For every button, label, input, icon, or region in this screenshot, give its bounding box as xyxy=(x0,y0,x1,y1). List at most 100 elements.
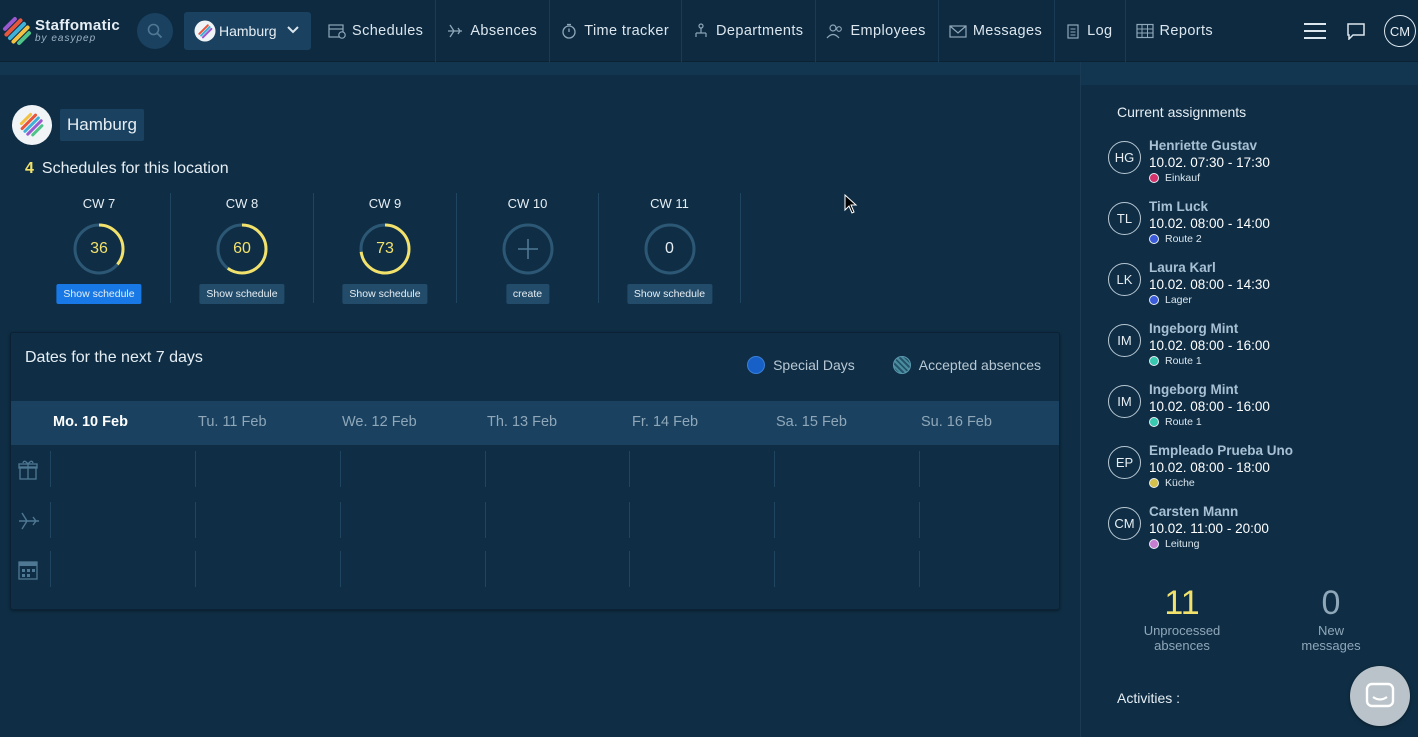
support-chat-button[interactable] xyxy=(1350,666,1410,726)
nav-departments[interactable]: Departments xyxy=(682,0,817,62)
department-label: Route 1 xyxy=(1165,355,1202,367)
unprocessed-absences-stat[interactable]: 11 Unprocessed absences xyxy=(1127,584,1237,653)
day-cell[interactable] xyxy=(50,502,195,538)
nav-employees-label: Employees xyxy=(850,23,926,39)
new-messages-count: 0 xyxy=(1321,584,1341,622)
staffomatic-logo-icon[interactable] xyxy=(2,16,32,46)
day-cell[interactable] xyxy=(195,551,340,587)
unprocessed-absences-count: 11 xyxy=(1164,584,1200,622)
nav-reports[interactable]: Reports xyxy=(1126,0,1226,62)
assignment-name: Ingeborg Mint xyxy=(1149,321,1239,336)
dates-card: Dates for the next 7 days Special Days A… xyxy=(10,332,1060,610)
show-schedule-button[interactable]: Show schedule xyxy=(342,284,428,304)
nav-log[interactable]: Log xyxy=(1055,0,1126,62)
assignment-time: 10.02. 08:00 - 14:30 xyxy=(1149,277,1270,292)
assignment-item[interactable]: LK Laura Karl 10.02. 08:00 - 14:30 Lager xyxy=(1108,260,1408,316)
schedule-count-text: Schedules for this location xyxy=(41,160,229,177)
new-messages-label-2: messages xyxy=(1301,638,1361,653)
day-cell[interactable] xyxy=(774,551,919,587)
nav-messages-label: Messages xyxy=(972,23,1043,39)
day-cell[interactable] xyxy=(340,502,485,538)
nav-log-label: Log xyxy=(1087,23,1113,39)
schedule-count: 4 Schedules for this location xyxy=(25,160,229,178)
show-schedule-button[interactable]: Show schedule xyxy=(626,284,713,304)
nav-schedules-label: Schedules xyxy=(352,23,424,39)
day-cell[interactable] xyxy=(629,451,774,487)
week-label: CW 9 xyxy=(368,196,402,211)
location-select[interactable]: Hamburg xyxy=(184,12,311,50)
day-cell[interactable] xyxy=(919,451,1059,487)
day-cell[interactable] xyxy=(50,451,195,487)
avatar: HG xyxy=(1108,141,1141,174)
assignment-department: Einkauf xyxy=(1149,172,1200,184)
nav-time-tracker[interactable]: Time tracker xyxy=(550,0,683,62)
activities-title: Activities : xyxy=(1117,690,1181,706)
nav-employees[interactable]: Employees xyxy=(816,0,939,62)
clipboard-icon xyxy=(1067,24,1079,39)
user-avatar[interactable]: CM xyxy=(1384,15,1416,47)
current-assignments-title: Current assignments xyxy=(1117,104,1247,120)
day-cell[interactable] xyxy=(485,551,629,587)
day-header-row: Mo. 10 Feb Tu. 11 Feb We. 12 Feb Th. 13 … xyxy=(11,401,1059,445)
day-cell[interactable] xyxy=(340,551,485,587)
progress-value: 0 xyxy=(665,240,674,257)
day-cell[interactable] xyxy=(774,502,919,538)
day-cell[interactable] xyxy=(195,502,340,538)
day-cell[interactable] xyxy=(919,502,1059,538)
new-messages-label-1: New xyxy=(1317,623,1344,638)
day-header: Mo. 10 Feb xyxy=(53,414,128,430)
day-cell[interactable] xyxy=(485,451,629,487)
legend-special-label: Special Days xyxy=(773,357,855,373)
avatar: CM xyxy=(1108,507,1141,540)
department-label: Route 2 xyxy=(1165,233,1202,245)
show-schedule-button[interactable]: Show schedule xyxy=(56,284,142,304)
progress-value: 60 xyxy=(233,240,251,257)
unprocessed-absences-label-1: Unprocessed xyxy=(1143,623,1221,638)
assignment-name: Henriette Gustav xyxy=(1149,138,1258,153)
week-schedules: CW 7 36 Show schedule CW 8 60 Show sched… xyxy=(28,193,741,304)
nav-absences-label: Absences xyxy=(470,23,538,39)
week-card-cw10: CW 10 create xyxy=(457,193,599,304)
chat-icon[interactable] xyxy=(1346,22,1366,40)
day-cell[interactable] xyxy=(195,451,340,487)
assignment-item[interactable]: EP Empleado Prueba Uno 10.02. 08:00 - 18… xyxy=(1108,443,1408,499)
department-label: Einkauf xyxy=(1165,172,1201,184)
employees-icon xyxy=(827,24,843,39)
assignment-name: Carsten Mann xyxy=(1149,504,1239,519)
assignment-item[interactable]: IM Ingeborg Mint 10.02. 08:00 - 16:00 Ro… xyxy=(1108,382,1408,438)
menu-icon[interactable] xyxy=(1304,23,1326,39)
department-color-dot xyxy=(1149,295,1159,305)
search-button[interactable] xyxy=(137,13,173,49)
nav-messages[interactable]: Messages xyxy=(939,0,1056,62)
plus-circle-icon[interactable] xyxy=(501,222,555,276)
day-cell[interactable] xyxy=(50,551,195,587)
brand-name[interactable]: Staffomatic xyxy=(35,17,120,34)
week-label: CW 11 xyxy=(650,196,689,211)
day-cell[interactable] xyxy=(340,451,485,487)
show-schedule-button[interactable]: Show schedule xyxy=(199,284,285,304)
create-schedule-button[interactable]: create xyxy=(505,284,550,304)
department-color-dot xyxy=(1149,539,1159,549)
assignment-item[interactable]: TL Tim Luck 10.02. 08:00 - 14:00 Route 2 xyxy=(1108,199,1408,255)
day-header: Su. 16 Feb xyxy=(921,414,992,430)
day-cell[interactable] xyxy=(485,502,629,538)
side-top-strip xyxy=(1081,62,1418,85)
plane-icon xyxy=(448,24,463,38)
day-cell[interactable] xyxy=(629,551,774,587)
nav-time-tracker-label: Time tracker xyxy=(584,23,670,39)
assignment-item[interactable]: CM Carsten Mann 10.02. 11:00 - 20:00 Lei… xyxy=(1108,504,1408,560)
day-header: Sa. 15 Feb xyxy=(776,414,847,430)
assignment-item[interactable]: IM Ingeborg Mint 10.02. 08:00 - 16:00 Ro… xyxy=(1108,321,1408,377)
assignment-time: 10.02. 11:00 - 20:00 xyxy=(1149,521,1269,536)
assignment-item[interactable]: HG Henriette Gustav 10.02. 07:30 - 17:30… xyxy=(1108,138,1408,194)
plane-icon xyxy=(19,512,39,530)
main-top-strip xyxy=(0,62,1080,75)
day-cell[interactable] xyxy=(774,451,919,487)
nav-absences[interactable]: Absences xyxy=(436,0,551,62)
nav-schedules[interactable]: Schedules xyxy=(318,0,437,62)
day-cell[interactable] xyxy=(919,551,1059,587)
new-messages-stat[interactable]: 0 New messages xyxy=(1281,584,1381,653)
department-label: Leitung xyxy=(1165,538,1200,550)
day-cell[interactable] xyxy=(629,502,774,538)
table-icon xyxy=(1135,23,1154,39)
